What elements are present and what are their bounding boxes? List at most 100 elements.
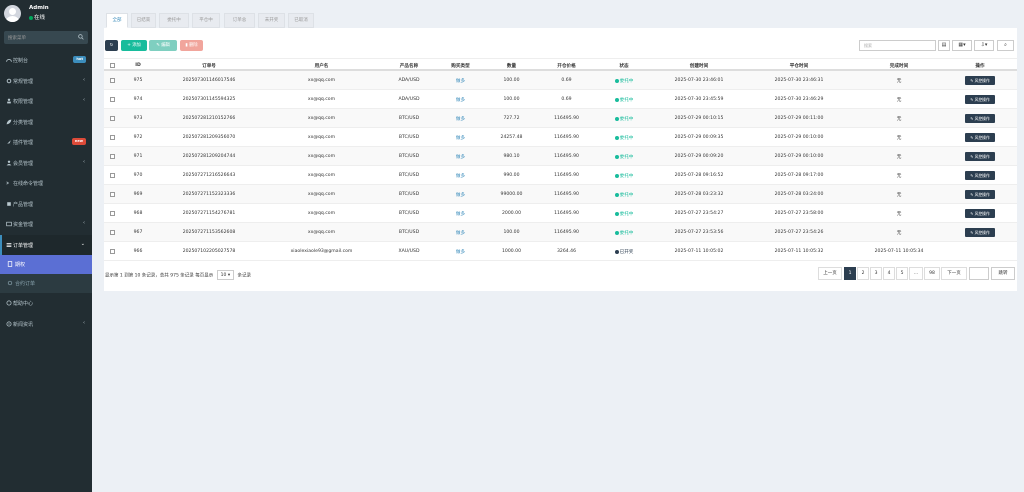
tab-closing[interactable]: 平仓中 [192,13,220,28]
row-checkbox[interactable] [110,230,115,235]
tab-finished[interactable]: 已结束 [131,13,156,28]
cell-status: 委托中 [599,211,649,217]
col-product[interactable]: 产品名称 [384,63,434,69]
pager-prev[interactable]: 上一页 [818,267,842,280]
col-actions: 操作 [975,64,985,69]
menu-item-news[interactable]: 新闻资讯 ‹ [0,314,92,335]
pager-page-1[interactable]: 1 [844,267,856,280]
cell-done: 无 [896,174,902,179]
row-checkbox[interactable] [110,173,115,178]
risk-control-button[interactable]: ✎ 风控操作 [965,228,995,237]
risk-control-button[interactable]: ✎ 风控操作 [965,190,995,199]
select-all-checkbox[interactable] [110,63,115,68]
toggle-view-button[interactable]: ▤ [938,40,950,51]
table-row[interactable]: 971 20250728120920474​4 xx@qq.com BTC/USD 做多… [104,147,1017,166]
pager-page-3[interactable]: 3 [870,267,882,280]
page-size-select[interactable]: 10 ▾ [216,270,235,280]
submenu-item-options[interactable]: 期权 [0,255,92,274]
row-checkbox[interactable] [110,135,115,140]
cell-user: xx@qq.com [307,173,336,178]
table-row[interactable]: 967 20250727115356260​8 xx@qq.com BTC/USD 做多… [104,223,1017,242]
risk-control-button[interactable]: ✎ 风控操作 [965,171,995,180]
sidebar-search-input[interactable]: 搜索菜单 [4,31,88,44]
columns-button[interactable]: ▦▾ [952,40,972,51]
menu-item-members[interactable]: 会员管理 ‹ [0,153,92,174]
table-row[interactable]: 975 20250730114601754​6 xx@qq.com ADA/USD 做多… [104,71,1017,90]
menu-item-help[interactable]: 帮助中心 [0,293,92,314]
tab-cancelled[interactable]: 已取消 [288,13,314,28]
menu-item-products[interactable]: 产品管理 [0,194,92,215]
search-icon[interactable] [78,34,84,40]
risk-control-button[interactable]: ✎ 风控操作 [965,95,995,104]
menu-item-orders[interactable]: 订单管理 ⌄ [0,234,92,255]
table-search-input[interactable]: 搜索 [859,40,936,51]
risk-control-button[interactable]: ✎ 风控操作 [965,152,995,161]
sidebar-search-placeholder: 搜索菜单 [8,36,26,41]
pager-page-2[interactable]: 2 [857,267,869,280]
row-checkbox[interactable] [110,154,115,159]
tab-pending[interactable]: 委托中 [159,13,189,28]
col-done[interactable]: 完成时间 [859,63,939,69]
cell-qty: 24257.48 [500,135,523,140]
cell-price: 116495.90 [554,230,579,235]
tab-not-drawn[interactable]: 未开奖 [258,13,285,28]
col-username[interactable]: 用户名 [274,63,369,69]
jump-page-input[interactable] [969,267,989,280]
jump-button[interactable]: 跳转 [991,267,1015,280]
export-button[interactable]: ⇩▾ [974,40,994,51]
menu-item-online-command[interactable]: 在线命令管理 [0,173,92,194]
menu-item-general[interactable]: 常规管理 ‹ [0,71,92,92]
submenu-item-contract-orders[interactable]: 合约订单 [0,274,92,293]
tab-all[interactable]: 全部 [106,13,128,28]
risk-control-button[interactable]: ✎ 风控操作 [965,76,995,85]
cell-order: 20250727121652664​3 [182,173,236,178]
refresh-button[interactable]: ↻ [105,40,118,51]
col-created[interactable]: 创建时间 [659,63,739,69]
col-id[interactable]: ID [124,63,152,68]
col-quantity[interactable]: 数量 [489,63,534,69]
table-row[interactable]: 974 20250730114559432​5 xx@qq.com ADA/USD 做多… [104,90,1017,109]
risk-control-label: 风控操作 [974,211,990,216]
risk-control-button[interactable]: ✎ 风控操作 [965,114,995,123]
row-checkbox[interactable] [110,97,115,102]
tab-order-total[interactable]: 订单总 [224,13,255,28]
help-icon [6,300,12,306]
col-open-price[interactable]: 开仓价格 [539,63,594,69]
col-order-no[interactable]: 订单号 [164,63,254,69]
table-row[interactable]: 969 20250727115232333​6 xx@qq.com BTC/USD 做多… [104,185,1017,204]
table-row[interactable]: 972 20250728120935607​0 xx@qq.com BTC/USD 做多… [104,128,1017,147]
row-checkbox[interactable] [110,249,115,254]
pager-page-last[interactable]: 98 [924,267,940,280]
row-checkbox[interactable] [110,78,115,83]
cell-product: BTC/USD [398,173,420,178]
pager-next[interactable]: 下一页 [941,267,967,280]
advanced-search-button[interactable]: ⌕ [997,40,1014,51]
menu-item-dashboard[interactable]: 控制台 hot [0,50,92,71]
col-closed[interactable]: 平仓时间 [759,63,839,69]
cell-product: ADA/USD [398,78,420,83]
cell-user: xiaolexiaole93@gmail.com [290,249,353,254]
table-row[interactable]: 973 20250728121015276​6 xx@qq.com BTC/USD 做多… [104,109,1017,128]
col-direction[interactable]: 购买类型 [439,63,482,69]
status-label: 委托中 [619,98,634,103]
col-status[interactable]: 状态 [599,63,649,69]
row-checkbox[interactable] [110,211,115,216]
add-button[interactable]: + 添加 [121,40,147,51]
risk-control-button[interactable]: ✎ 风控操作 [965,209,995,218]
edit-button[interactable]: ✎ 编辑 [149,40,177,51]
menu-item-category[interactable]: 分类管理 [0,112,92,133]
table-row[interactable]: 970 20250727121652664​3 xx@qq.com BTC/USD 做多… [104,166,1017,185]
row-checkbox[interactable] [110,116,115,121]
pager-page-4[interactable]: 4 [883,267,895,280]
menu-item-permissions[interactable]: 权限管理 ‹ [0,91,92,112]
page-size-value: 10 [220,273,227,278]
table-row[interactable]: 966 20250710220502757​8 xiaolexiaole93@gma… [104,242,1017,261]
risk-control-button[interactable]: ✎ 风控操作 [965,133,995,142]
cell-status: 委托中 [599,230,649,236]
menu-item-plugins[interactable]: 插件管理 new [0,132,92,153]
menu-item-funds[interactable]: 资金管理 ‹ [0,214,92,235]
pager-page-5[interactable]: 5 [896,267,908,280]
table-row[interactable]: 968 20250727115427678​1 xx@qq.com BTC/USD 做多… [104,204,1017,223]
delete-button[interactable]: ▮ 删除 [180,40,203,51]
row-checkbox[interactable] [110,192,115,197]
